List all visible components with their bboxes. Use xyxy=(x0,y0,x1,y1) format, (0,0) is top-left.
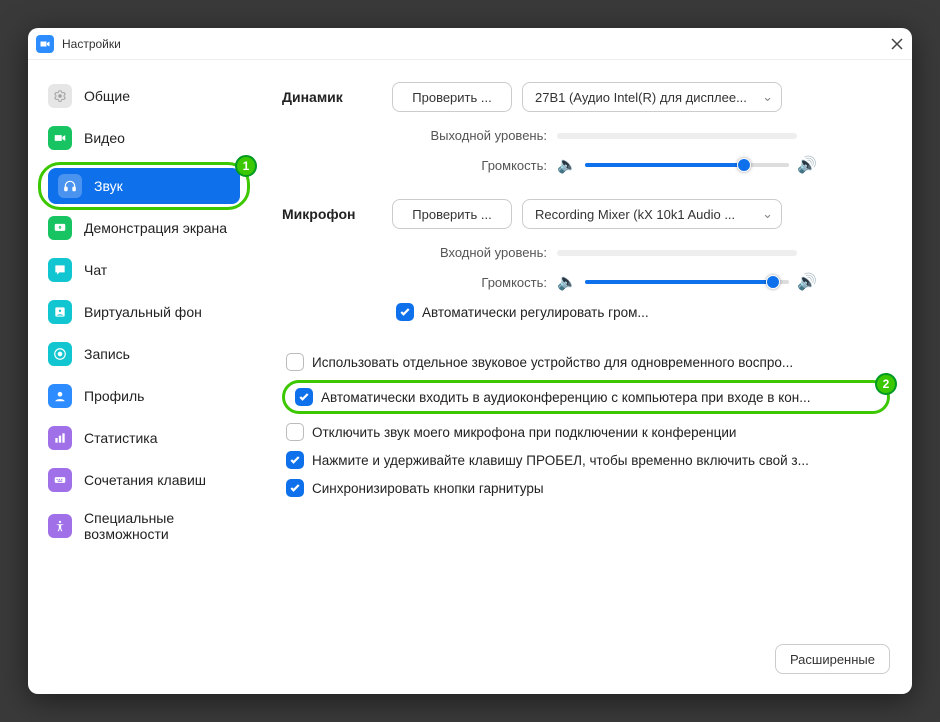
headphones-icon xyxy=(58,174,82,198)
auto-join-audio-option[interactable]: Автоматически входить в аудиоконференцию… xyxy=(291,386,881,408)
sidebar: Общие Видео Звук 1 xyxy=(28,60,260,694)
gear-icon xyxy=(48,84,72,108)
keyboard-icon xyxy=(48,468,72,492)
sidebar-item-audio[interactable]: Звук xyxy=(48,168,240,204)
test-mic-button[interactable]: Проверить ... xyxy=(392,199,512,229)
sidebar-item-label: Видео xyxy=(84,130,125,146)
microphone-label: Микрофон xyxy=(282,206,392,222)
auto-adjust-mic-option[interactable]: Автоматически регулировать гром... xyxy=(392,298,890,326)
sidebar-highlight: Звук 1 xyxy=(38,162,250,210)
checkbox-icon[interactable] xyxy=(396,303,414,321)
stats-icon xyxy=(48,426,72,450)
speaker-device-value: 27B1 (Аудио Intel(R) для дисплее... xyxy=(535,90,747,105)
sidebar-item-label: Звук xyxy=(94,178,123,194)
annotation-badge-1: 1 xyxy=(235,155,257,177)
sidebar-item-record[interactable]: Запись xyxy=(38,336,250,372)
window-title: Настройки xyxy=(62,37,121,51)
option-label: Нажмите и удерживайте клавишу ПРОБЕЛ, чт… xyxy=(312,453,890,468)
sync-headset-option[interactable]: Синхронизировать кнопки гарнитуры xyxy=(282,474,890,502)
option-label: Использовать отдельное звуковое устройст… xyxy=(312,355,890,370)
checkbox-icon[interactable] xyxy=(295,388,313,406)
mic-device-select[interactable]: Recording Mixer (kX 10k1 Audio ... ⌄ xyxy=(522,199,782,229)
advanced-button[interactable]: Расширенные xyxy=(775,644,890,674)
annotation-badge-2: 2 xyxy=(875,373,897,395)
sidebar-item-profile[interactable]: Профиль xyxy=(38,378,250,414)
video-icon xyxy=(48,126,72,150)
profile-icon xyxy=(48,384,72,408)
output-level-label: Выходной уровень: xyxy=(392,128,547,143)
sidebar-item-general[interactable]: Общие xyxy=(38,78,250,114)
chevron-down-icon: ⌄ xyxy=(762,89,773,105)
speaker-device-select[interactable]: 27B1 (Аудио Intel(R) для дисплее... ⌄ xyxy=(522,82,782,112)
record-icon xyxy=(48,342,72,366)
option-label: Синхронизировать кнопки гарнитуры xyxy=(312,481,890,496)
mute-on-join-option[interactable]: Отключить звук моего микрофона при подкл… xyxy=(282,418,890,446)
checkbox-icon[interactable] xyxy=(286,353,304,371)
use-separate-device-option[interactable]: Использовать отдельное звуковое устройст… xyxy=(282,348,890,376)
speaker-row: Динамик Проверить ... 27B1 (Аудио Intel(… xyxy=(282,82,890,112)
sidebar-item-virtual-bg[interactable]: Виртуальный фон xyxy=(38,294,250,330)
input-level-label: Входной уровень: xyxy=(392,245,547,260)
background-icon xyxy=(48,300,72,324)
app-icon xyxy=(36,35,54,53)
checkbox-icon[interactable] xyxy=(286,423,304,441)
speaker-volume-slider[interactable] xyxy=(585,163,789,167)
sidebar-item-label: Специальные xyxy=(84,510,174,526)
test-speaker-button[interactable]: Проверить ... xyxy=(392,82,512,112)
sidebar-item-label: Общие xyxy=(84,88,130,104)
volume-high-icon: 🔊 xyxy=(797,272,817,292)
speaker-output-level-row: Выходной уровень: xyxy=(392,128,890,143)
chevron-down-icon: ⌄ xyxy=(762,206,773,222)
volume-high-icon: 🔊 xyxy=(797,155,817,175)
sidebar-item-label: Профиль xyxy=(84,388,144,404)
sidebar-item-shortcuts[interactable]: Сочетания клавиш xyxy=(38,462,250,498)
sidebar-item-label: Демонстрация экрана xyxy=(84,220,227,236)
audio-settings-panel: Динамик Проверить ... 27B1 (Аудио Intel(… xyxy=(260,60,912,694)
sidebar-item-stats[interactable]: Статистика xyxy=(38,420,250,456)
mic-volume-row: Громкость: 🔈 🔊 xyxy=(392,272,890,292)
titlebar: Настройки xyxy=(28,28,912,60)
sidebar-item-video[interactable]: Видео xyxy=(38,120,250,156)
sidebar-item-chat[interactable]: Чат xyxy=(38,252,250,288)
sidebar-item-label: Сочетания клавиш xyxy=(84,472,206,488)
close-icon[interactable] xyxy=(890,37,904,51)
screen-share-icon xyxy=(48,216,72,240)
sidebar-item-label: Чат xyxy=(84,262,107,278)
mic-device-value: Recording Mixer (kX 10k1 Audio ... xyxy=(535,207,735,222)
sidebar-item-accessibility[interactable]: Специальные возможности xyxy=(38,504,250,548)
chat-icon xyxy=(48,258,72,282)
speaker-output-meter xyxy=(557,133,797,139)
mic-volume-slider[interactable] xyxy=(585,280,789,284)
option-label: Автоматически входить в аудиоконференцию… xyxy=(321,390,881,405)
checkbox-icon[interactable] xyxy=(286,451,304,469)
sidebar-item-screenshare[interactable]: Демонстрация экрана xyxy=(38,210,250,246)
volume-low-icon: 🔈 xyxy=(557,272,577,292)
speaker-label: Динамик xyxy=(282,89,392,105)
sidebar-item-label: Запись xyxy=(84,346,130,362)
mic-input-meter xyxy=(557,250,797,256)
sidebar-item-label: Статистика xyxy=(84,430,158,446)
accessibility-icon xyxy=(48,514,72,538)
mic-volume-label: Громкость: xyxy=(392,275,547,290)
microphone-row: Микрофон Проверить ... Recording Mixer (… xyxy=(282,199,890,229)
mic-input-level-row: Входной уровень: xyxy=(392,245,890,260)
sidebar-item-label-2: возможности xyxy=(84,526,174,542)
speaker-volume-row: Громкость: 🔈 🔊 xyxy=(392,155,890,175)
push-to-talk-option[interactable]: Нажмите и удерживайте клавишу ПРОБЕЛ, чт… xyxy=(282,446,890,474)
auto-adjust-label: Автоматически регулировать гром... xyxy=(422,305,890,320)
option-label: Отключить звук моего микрофона при подкл… xyxy=(312,425,890,440)
speaker-volume-label: Громкость: xyxy=(392,158,547,173)
checkbox-icon[interactable] xyxy=(286,479,304,497)
option-highlight: Автоматически входить в аудиоконференцию… xyxy=(282,380,890,414)
settings-window: Настройки Общие Видео xyxy=(28,28,912,694)
sidebar-item-label: Виртуальный фон xyxy=(84,304,202,320)
volume-low-icon: 🔈 xyxy=(557,155,577,175)
